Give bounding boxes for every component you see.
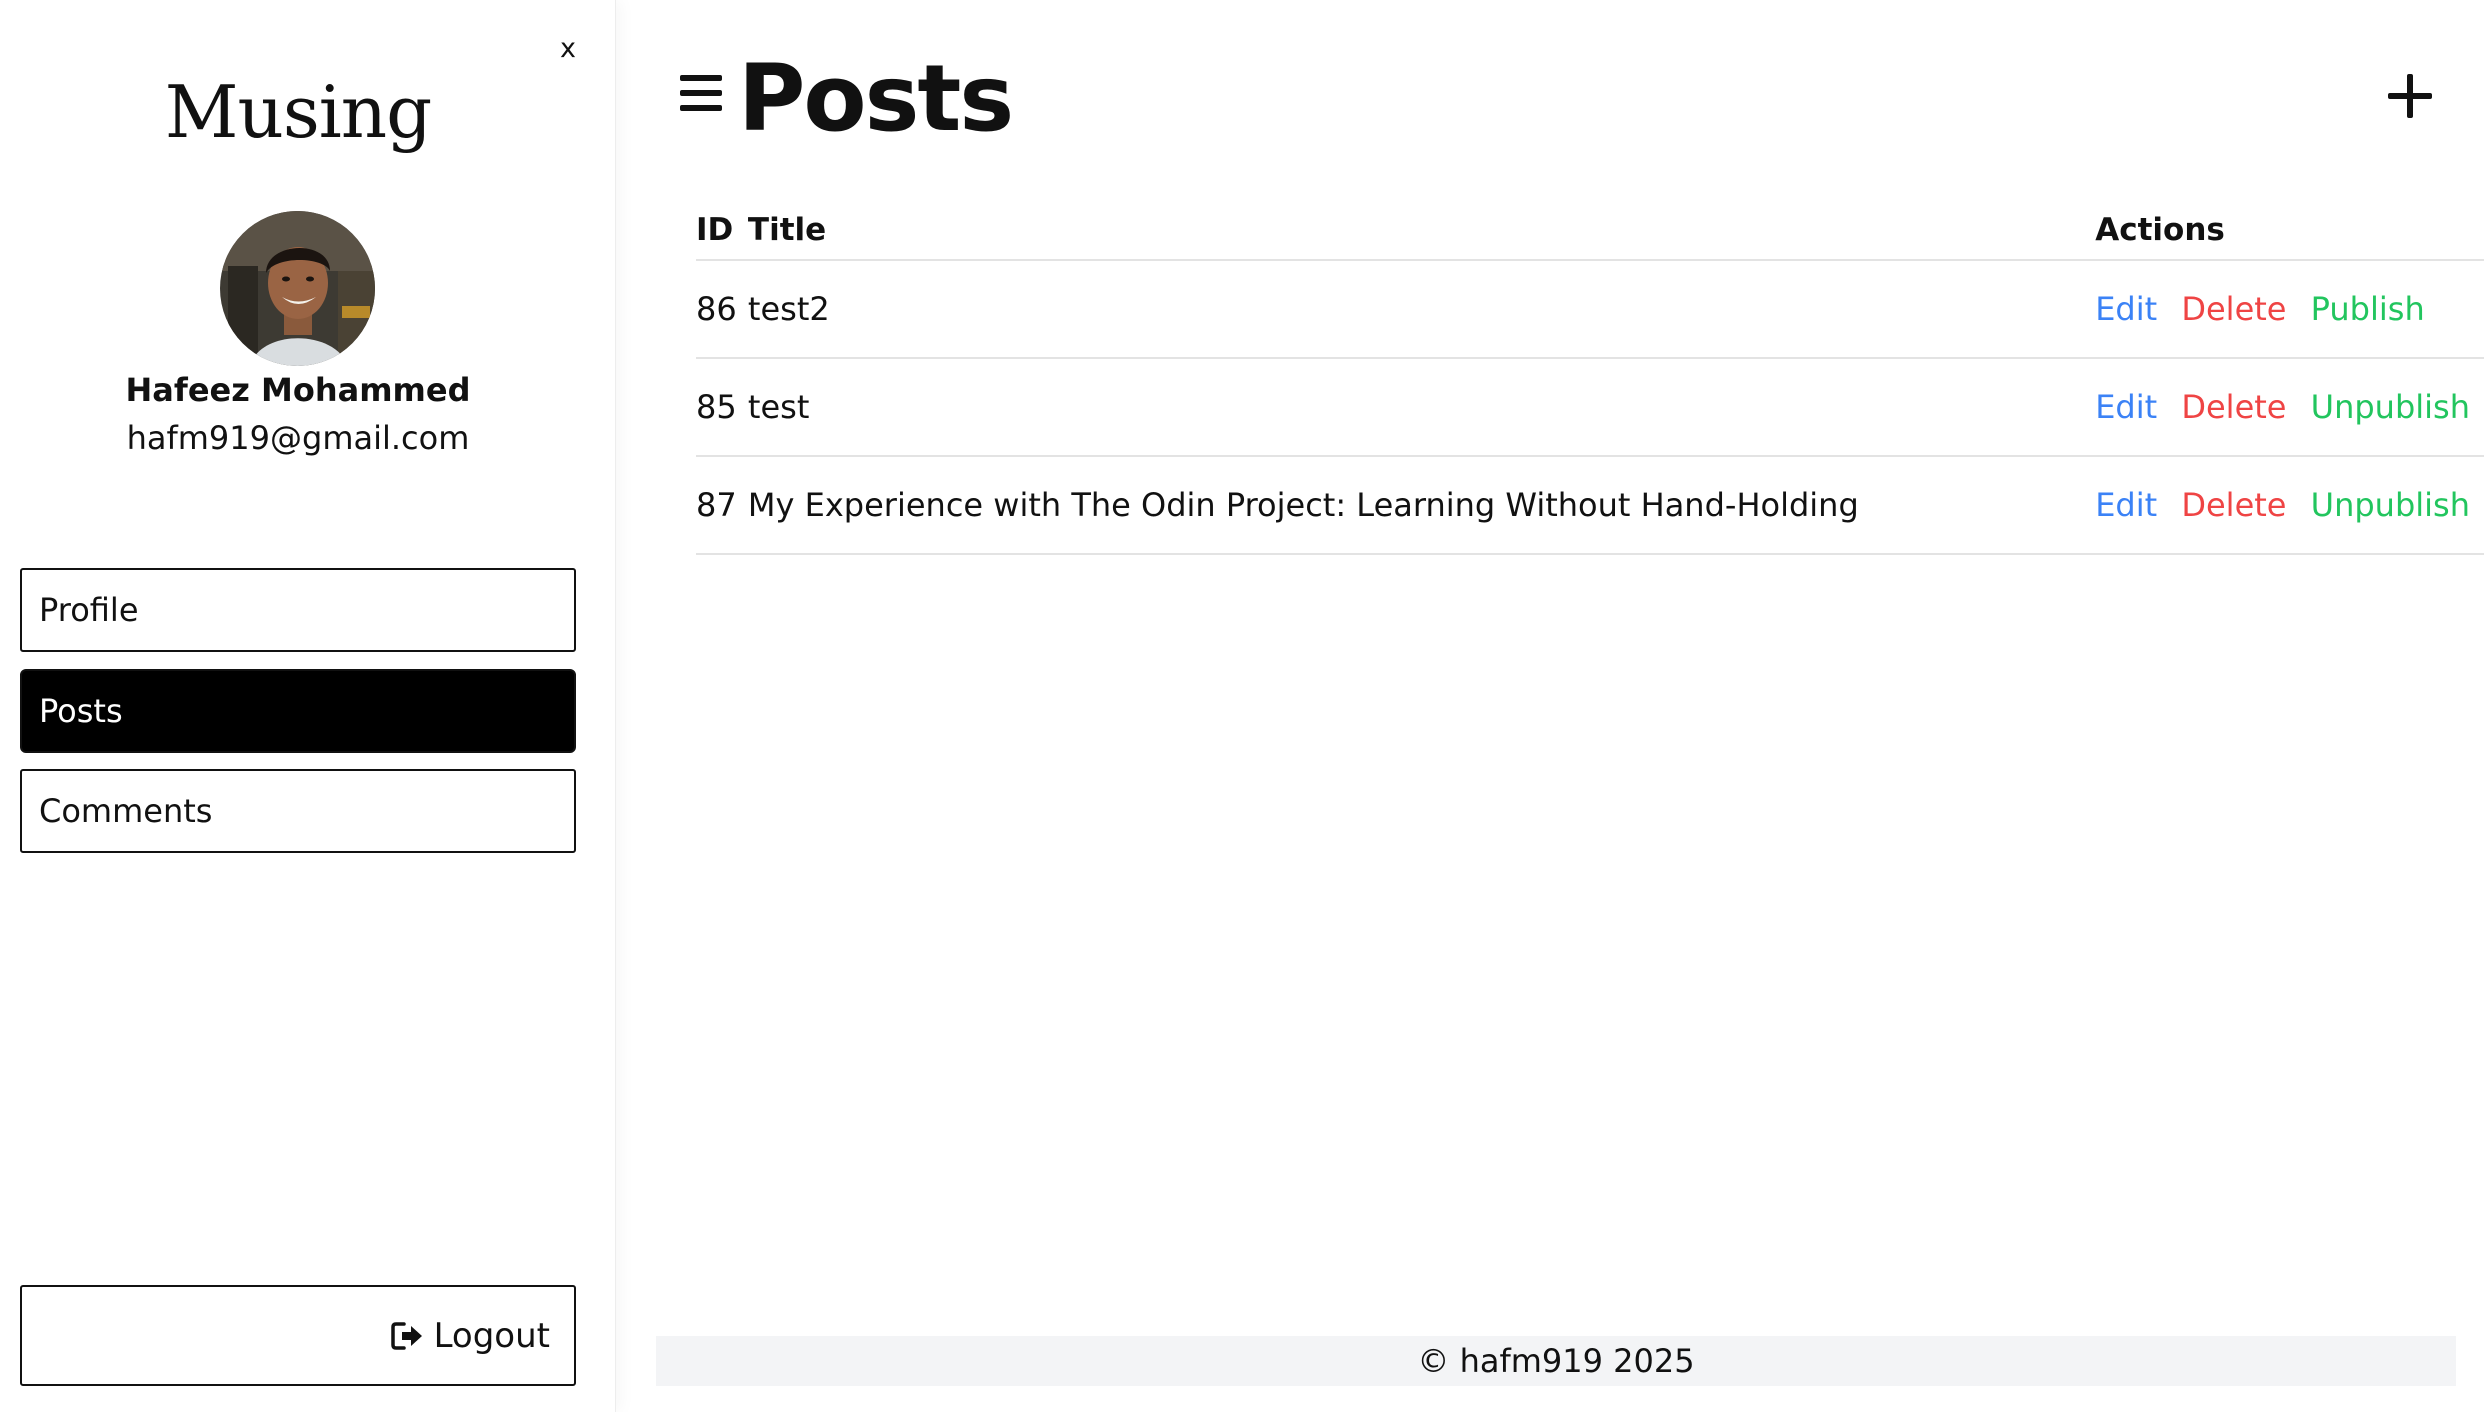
brand-logo: Musing	[164, 70, 433, 154]
edit-link[interactable]: Edit	[2095, 388, 2157, 426]
nav-item-profile[interactable]: Profile	[20, 568, 576, 652]
edit-link[interactable]: Edit	[2095, 486, 2157, 524]
posts-table: ID Title Actions 86 test2 Edit Delete Pu…	[696, 200, 2484, 555]
post-title: My Experience with The Odin Project: Lea…	[747, 456, 2096, 555]
page-title: Posts	[738, 45, 1014, 152]
add-post-button[interactable]	[2384, 70, 2436, 122]
table-row: 86 test2 Edit Delete Publish	[696, 260, 2484, 359]
logout-button[interactable]: Logout	[20, 1285, 576, 1386]
user-email: hafm919@gmail.com	[126, 419, 470, 457]
post-actions: Edit Delete Publish	[2095, 260, 2484, 359]
footer: © hafm919 2025	[656, 1336, 2456, 1386]
hamburger-icon[interactable]	[680, 75, 722, 115]
table-row: 85 test Edit Delete Unpublish	[696, 358, 2484, 457]
unpublish-link[interactable]: Unpublish	[2311, 486, 2470, 524]
table-header-row: ID Title Actions	[696, 200, 2484, 261]
delete-link[interactable]: Delete	[2181, 388, 2286, 426]
edit-link[interactable]: Edit	[2095, 290, 2157, 328]
post-id: 87	[696, 456, 748, 555]
sidebar: x Musing Hafeez Mohammed hafm919@gmail.c…	[0, 0, 616, 1412]
user-name: Hafeez Mohammed	[125, 371, 471, 409]
post-title: test	[747, 358, 2096, 457]
post-id: 85	[696, 358, 748, 457]
column-header-actions: Actions	[2095, 200, 2484, 261]
post-actions: Edit Delete Unpublish	[2095, 456, 2484, 555]
table-row: 87 My Experience with The Odin Project: …	[696, 456, 2484, 555]
column-header-id: ID	[696, 200, 748, 261]
column-header-title: Title	[747, 200, 2096, 261]
sign-out-icon	[390, 1319, 424, 1353]
post-id: 86	[696, 260, 748, 359]
nav-item-posts[interactable]: Posts	[20, 669, 576, 753]
nav-item-comments[interactable]: Comments	[20, 769, 576, 853]
unpublish-link[interactable]: Unpublish	[2311, 388, 2470, 426]
delete-link[interactable]: Delete	[2181, 486, 2286, 524]
post-title: test2	[747, 260, 2096, 359]
publish-link[interactable]: Publish	[2311, 290, 2425, 328]
delete-link[interactable]: Delete	[2181, 290, 2286, 328]
logout-label: Logout	[433, 1315, 550, 1356]
avatar	[220, 211, 375, 366]
post-actions: Edit Delete Unpublish	[2095, 358, 2484, 457]
